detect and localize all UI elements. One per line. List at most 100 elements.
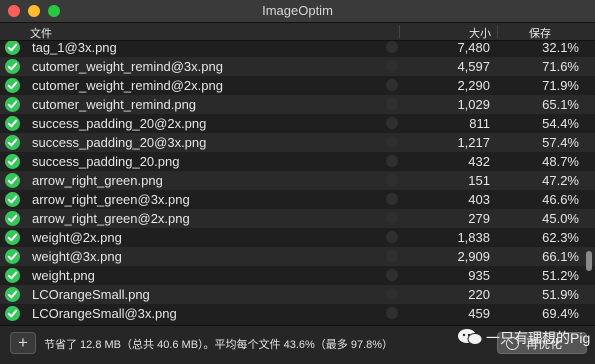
file-size: 151: [468, 173, 490, 188]
checkmark-circle-icon: [5, 306, 20, 321]
file-row[interactable]: cutomer_weight_remind@3x.png 4,597 71.6%: [0, 57, 595, 76]
reveal-icon[interactable]: [386, 79, 398, 91]
file-savings: 51.2%: [542, 268, 579, 283]
checkmark-circle-icon: [5, 249, 20, 264]
reveal-icon[interactable]: [386, 60, 398, 72]
file-savings: 66.1%: [542, 249, 579, 264]
file-row[interactable]: success_padding_20@3x.png 1,217 57.4%: [0, 133, 595, 152]
file-size: 935: [468, 268, 490, 283]
checkmark-circle-icon: [5, 173, 20, 188]
reveal-icon[interactable]: [386, 307, 398, 319]
file-list-body: tag_1@3x.png 7,480 32.1% cutomer_weight_rem…: [0, 41, 595, 323]
reveal-icon[interactable]: [386, 136, 398, 148]
file-size: 279: [468, 211, 490, 226]
checkmark-circle-icon: [5, 116, 20, 131]
reveal-icon[interactable]: [386, 212, 398, 224]
file-name: LCOrangeSmall@3x.png: [32, 306, 177, 321]
column-header-file[interactable]: 文件: [30, 25, 52, 41]
file-size: 1,217: [457, 135, 490, 150]
file-list[interactable]: tag_1@3x.png 7,480 32.1% cutomer_weight_rem…: [0, 41, 595, 325]
checkmark-circle-icon: [5, 41, 20, 55]
file-size: 459: [468, 306, 490, 321]
file-row[interactable]: weight@3x.png 2,909 66.1%: [0, 247, 595, 266]
file-name: success_padding_20@2x.png: [32, 116, 207, 131]
column-header-savings[interactable]: 保存: [529, 25, 551, 41]
checkmark-circle-icon: [5, 154, 20, 169]
file-size: 1,838: [457, 230, 490, 245]
file-savings: 65.1%: [542, 97, 579, 112]
add-button[interactable]: +: [10, 332, 36, 354]
file-name: weight@3x.png: [32, 249, 122, 264]
savings-summary: 节省了 12.8 MB（总共 40.6 MB）。平均每个文件 43.6%（最多 …: [44, 339, 394, 351]
checkmark-circle-icon: [5, 192, 20, 207]
file-savings: 54.4%: [542, 116, 579, 131]
table-header: 文件 大小 保存: [0, 23, 595, 41]
file-size: 811: [469, 116, 490, 131]
reveal-icon[interactable]: [386, 250, 398, 262]
file-row[interactable]: LCOrangeSmall@3x.png 459 69.4%: [0, 304, 595, 323]
wechat-icon: [458, 329, 483, 345]
column-header-size[interactable]: 大小: [469, 25, 491, 41]
file-row[interactable]: LCOrangeSmall.png 220 51.9%: [0, 285, 595, 304]
checkmark-circle-icon: [5, 268, 20, 283]
file-size: 2,909: [457, 249, 490, 264]
titlebar: ImageOptim: [0, 0, 595, 23]
file-savings: 69.4%: [542, 306, 579, 321]
scrollbar-thumb[interactable]: [586, 251, 592, 271]
reveal-icon[interactable]: [386, 174, 398, 186]
file-row[interactable]: cutomer_weight_remind@2x.png 2,290 71.9%: [0, 76, 595, 95]
reveal-icon[interactable]: [386, 117, 398, 129]
file-name: tag_1@3x.png: [32, 41, 117, 55]
file-savings: 71.9%: [542, 78, 579, 93]
file-size: 403: [468, 192, 490, 207]
file-row[interactable]: arrow_right_green@2x.png 279 45.0%: [0, 209, 595, 228]
column-divider: [497, 25, 498, 38]
column-divider: [399, 25, 400, 38]
file-row[interactable]: tag_1@3x.png 7,480 32.1%: [0, 41, 595, 57]
reveal-icon[interactable]: [386, 98, 398, 110]
file-row[interactable]: success_padding_20@2x.png 811 54.4%: [0, 114, 595, 133]
checkmark-circle-icon: [5, 59, 20, 74]
file-savings: 71.6%: [542, 59, 579, 74]
window-title: ImageOptim: [262, 3, 333, 18]
file-size: 220: [468, 287, 490, 302]
reveal-icon[interactable]: [386, 41, 398, 53]
file-size: 1,029: [457, 97, 490, 112]
file-row[interactable]: arrow_right_green@3x.png 403 46.6%: [0, 190, 595, 209]
file-savings: 32.1%: [542, 41, 579, 55]
file-name: success_padding_20@3x.png: [32, 135, 207, 150]
reveal-icon[interactable]: [386, 269, 398, 281]
file-row[interactable]: arrow_right_green.png 151 47.2%: [0, 171, 595, 190]
file-name: weight.png: [32, 268, 95, 283]
reveal-icon[interactable]: [386, 193, 398, 205]
checkmark-circle-icon: [5, 211, 20, 226]
reveal-icon[interactable]: [386, 231, 398, 243]
file-size: 2,290: [457, 78, 490, 93]
file-name: cutomer_weight_remind.png: [32, 97, 197, 112]
file-row[interactable]: weight@2x.png 1,838 62.3%: [0, 228, 595, 247]
file-name: arrow_right_green.png: [32, 173, 163, 188]
checkmark-circle-icon: [5, 78, 20, 93]
file-size: 4,597: [457, 59, 490, 74]
file-row[interactable]: cutomer_weight_remind.png 1,029 65.1%: [0, 95, 595, 114]
file-savings: 57.4%: [542, 135, 579, 150]
reveal-icon[interactable]: [386, 155, 398, 167]
file-size: 7,480: [457, 41, 490, 55]
file-row[interactable]: weight.png 935 51.2%: [0, 266, 595, 285]
file-savings: 45.0%: [542, 211, 579, 226]
file-savings: 51.9%: [542, 287, 579, 302]
file-savings: 62.3%: [542, 230, 579, 245]
file-name: arrow_right_green@2x.png: [32, 211, 190, 226]
reveal-icon[interactable]: [386, 288, 398, 300]
file-name: cutomer_weight_remind@3x.png: [32, 59, 223, 74]
file-size: 432: [468, 154, 490, 169]
checkmark-circle-icon: [5, 230, 20, 245]
file-name: weight@2x.png: [32, 230, 122, 245]
file-savings: 47.2%: [542, 173, 579, 188]
watermark-text: 一只有理想的Pig: [486, 330, 591, 346]
file-savings: 46.6%: [542, 192, 579, 207]
file-name: success_padding_20.png: [32, 154, 180, 169]
file-row[interactable]: success_padding_20.png 432 48.7%: [0, 152, 595, 171]
file-savings: 48.7%: [542, 154, 579, 169]
file-name: cutomer_weight_remind@2x.png: [32, 78, 223, 93]
